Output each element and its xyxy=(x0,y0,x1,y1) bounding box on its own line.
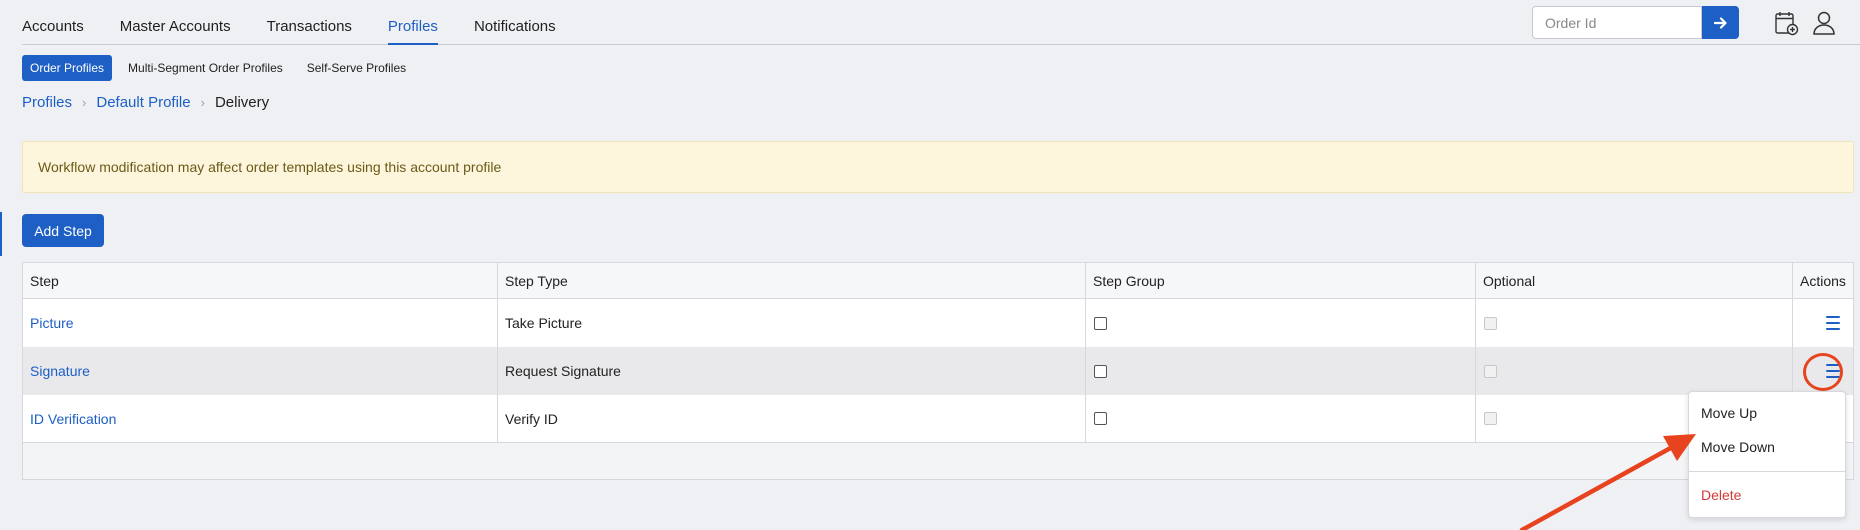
add-step-button[interactable]: Add Step xyxy=(22,214,104,247)
profile-subtabs: Order Profiles Multi-Segment Order Profi… xyxy=(22,55,422,81)
workflow-warning-alert: Workflow modification may affect order t… xyxy=(22,141,1854,193)
order-id-input[interactable] xyxy=(1532,6,1702,39)
step-type-cell: Verify ID xyxy=(498,395,1086,442)
side-indicator xyxy=(0,212,2,256)
optional-checkbox xyxy=(1484,364,1497,378)
step-type-cell: Take Picture xyxy=(498,299,1086,347)
hamburger-menu-icon[interactable] xyxy=(1823,313,1843,333)
table-row: Picture Take Picture xyxy=(23,299,1853,347)
table-header-row: Step Step Type Step Group Optional Actio… xyxy=(23,263,1853,299)
subtab-order-profiles[interactable]: Order Profiles xyxy=(22,55,113,81)
top-navigation: Accounts Master Accounts Transactions Pr… xyxy=(0,0,1860,45)
column-header-step-type[interactable]: Step Type xyxy=(498,263,1086,298)
step-link[interactable]: ID Verification xyxy=(30,411,116,427)
breadcrumb-default-profile[interactable]: Default Profile xyxy=(96,94,190,111)
column-header-step-group[interactable]: Step Group xyxy=(1086,263,1476,298)
steps-table: Step Step Type Step Group Optional Actio… xyxy=(22,262,1854,480)
tab-accounts[interactable]: Accounts xyxy=(22,0,84,45)
optional-checkbox xyxy=(1484,412,1497,425)
table-row: ID Verification Verify ID xyxy=(23,395,1853,443)
chevron-right-icon: › xyxy=(200,95,205,110)
menu-divider xyxy=(1689,471,1845,472)
step-link[interactable]: Signature xyxy=(30,363,90,379)
menu-item-move-down[interactable]: Move Down xyxy=(1689,439,1845,455)
chevron-right-icon: › xyxy=(82,95,87,110)
menu-item-move-up[interactable]: Move Up xyxy=(1689,405,1845,421)
menu-item-delete[interactable]: Delete xyxy=(1689,487,1845,503)
step-group-checkbox[interactable] xyxy=(1094,316,1107,330)
column-header-step[interactable]: Step xyxy=(23,263,498,298)
subtab-self-serve-profiles[interactable]: Self-Serve Profiles xyxy=(299,55,414,81)
user-icon[interactable] xyxy=(1811,10,1837,36)
step-group-checkbox[interactable] xyxy=(1094,364,1107,378)
step-group-checkbox[interactable] xyxy=(1094,412,1107,425)
order-id-go-button[interactable] xyxy=(1702,6,1739,39)
arrow-right-icon xyxy=(1713,16,1727,29)
column-header-actions: Actions xyxy=(1800,272,1846,289)
tab-profiles[interactable]: Profiles xyxy=(387,0,438,45)
breadcrumb-profiles[interactable]: Profiles xyxy=(22,94,72,111)
calendar-add-icon[interactable] xyxy=(1773,10,1799,36)
optional-checkbox xyxy=(1484,316,1497,330)
annotation-highlight-circle xyxy=(1803,353,1843,391)
tab-transactions[interactable]: Transactions xyxy=(267,0,352,45)
tab-notifications[interactable]: Notifications xyxy=(474,0,556,45)
table-row: Signature Request Signature xyxy=(23,347,1853,395)
step-link[interactable]: Picture xyxy=(30,315,74,331)
column-header-optional[interactable]: Optional xyxy=(1476,263,1793,298)
tab-master-accounts[interactable]: Master Accounts xyxy=(120,0,231,45)
subtab-multi-segment-order-profiles[interactable]: Multi-Segment Order Profiles xyxy=(120,55,291,81)
breadcrumb-current: Delivery xyxy=(214,94,270,111)
step-type-cell: Request Signature xyxy=(498,347,1086,395)
breadcrumb: Profiles › Default Profile › Delivery xyxy=(22,94,269,111)
actions-dropdown-menu: Move Up Move Down Delete xyxy=(1688,391,1846,518)
